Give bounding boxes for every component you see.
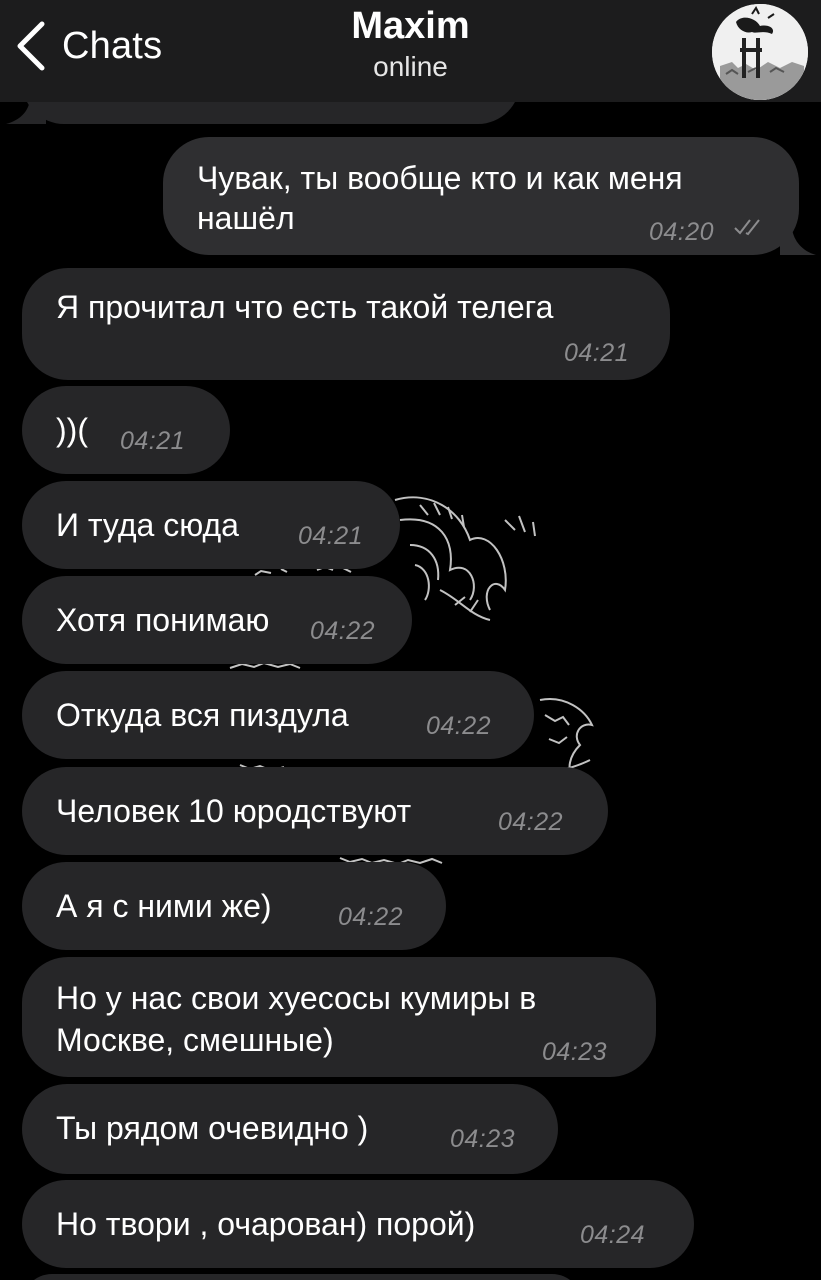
message-text: Чувак, ты вообще кто и как меня — [197, 160, 683, 196]
double-check-icon — [734, 219, 760, 236]
message-bubble-incoming[interactable]: Ты рядом очевидно ) 04:23 — [22, 1084, 558, 1174]
contact-status: online — [373, 51, 448, 82]
chat-area[interactable]: Чувак, ты вообще кто и как меня нашёл 04… — [0, 0, 821, 1280]
message-text: Ты рядом очевидно ) — [56, 1110, 369, 1146]
message-time: 04:22 — [338, 903, 404, 931]
bubble-tail — [780, 229, 816, 255]
message-time: 04:23 — [542, 1038, 608, 1066]
message-time: 04:21 — [564, 339, 630, 367]
message-bubble-incoming[interactable]: А я с ними же) 04:22 — [22, 862, 446, 950]
message-time: 04:20 — [649, 218, 715, 246]
message-text: Хотя понимаю — [56, 602, 270, 638]
message-bubble-incoming[interactable]: Но у нас свои хуесосы кумиры в Москве, с… — [22, 957, 656, 1077]
message-time: 04:21 — [298, 522, 364, 550]
message-text: нашёл — [197, 200, 295, 236]
avatar-image — [712, 4, 808, 100]
message-text: Москве, смешные) — [56, 1022, 334, 1058]
message-time: 04:22 — [310, 617, 376, 645]
message-bubble-incoming[interactable]: Я прочитал что есть такой телега 04:21 — [22, 268, 670, 380]
message-text: Я прочитал что есть такой телега — [56, 289, 554, 325]
message-text: Человек 10 юродствуют — [56, 793, 412, 829]
message-text: А я с ними же) — [56, 888, 272, 924]
message-text: И туда сюда — [56, 507, 239, 543]
message-text: ))( — [56, 412, 88, 448]
message-time: 04:22 — [426, 712, 492, 740]
chat-title-area[interactable]: Maxim online — [0, 4, 821, 84]
message-time: 04:21 — [120, 427, 186, 455]
message-bubble-incoming[interactable]: Откуда вся пиздула 04:22 — [22, 671, 534, 759]
message-text: Но у нас свои хуесосы кумиры в — [56, 980, 537, 1016]
next-message-bubble[interactable] — [22, 1274, 582, 1280]
chat-header: Chats Maxim online — [0, 0, 821, 102]
bubble-tail — [6, 100, 46, 124]
message-time: 04:23 — [450, 1125, 516, 1153]
message-bubble-incoming[interactable]: Человек 10 юродствуют 04:22 — [22, 767, 608, 855]
message-bubble-incoming[interactable]: Но твори , очарован) порой) 04:24 — [22, 1180, 694, 1268]
contact-avatar[interactable] — [712, 4, 808, 100]
message-text: Но твори , очарован) порой) — [56, 1206, 476, 1242]
message-text: Откуда вся пиздула — [56, 697, 349, 733]
message-bubble-incoming[interactable]: Хотя понимаю 04:22 — [22, 576, 412, 664]
message-bubble-incoming[interactable]: И туда сюда 04:21 — [22, 481, 400, 569]
message-bubble-incoming[interactable]: ))( 04:21 — [22, 386, 230, 474]
message-time: 04:22 — [498, 808, 564, 836]
message-time: 04:24 — [580, 1221, 646, 1249]
contact-name: Maxim — [351, 5, 470, 47]
message-bubble-outgoing[interactable]: Чувак, ты вообще кто и как меня нашёл 04… — [163, 137, 799, 255]
